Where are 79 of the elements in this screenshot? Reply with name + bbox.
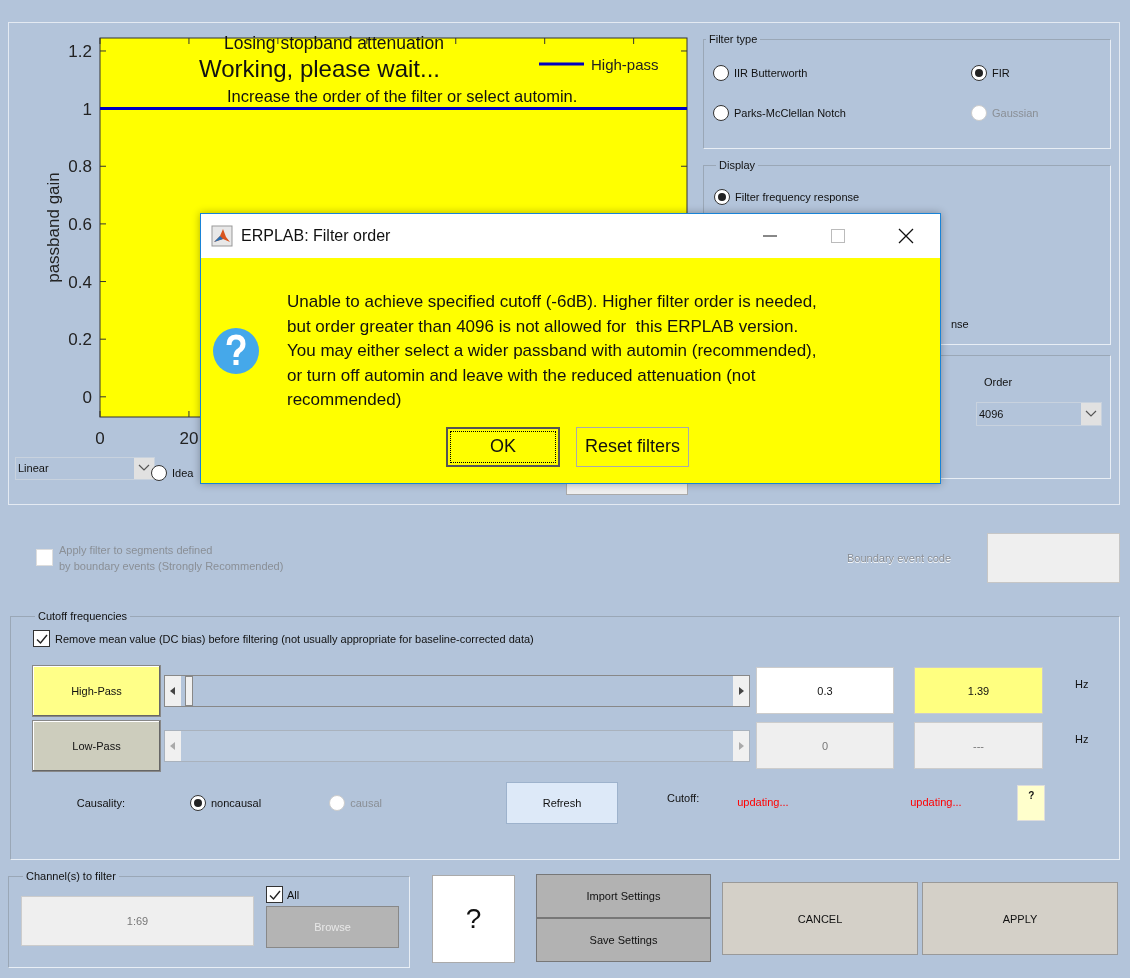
radio-button[interactable]	[713, 105, 729, 121]
refresh-button[interactable]: Refresh	[506, 782, 618, 824]
tick-label: 1	[82, 99, 92, 119]
status-text: updating...	[737, 795, 790, 808]
checkbox[interactable]	[33, 630, 50, 647]
chevron-down-icon	[1085, 410, 1097, 418]
field-label: Boundary event code	[847, 551, 951, 564]
checkbox-label: Remove mean value (DC bias) before filtering (not usually appropriate for baseline-corrected data)	[55, 632, 534, 645]
ok-button[interactable]: OK	[446, 426, 560, 467]
radio-button[interactable]	[971, 65, 987, 81]
axis-label: passband gain	[44, 172, 63, 283]
tick-label: 20	[179, 429, 199, 448]
maximize-icon	[830, 228, 846, 244]
app-logo-icon	[211, 225, 233, 247]
unit-label: Hz	[1075, 677, 1089, 690]
radio-label: noncausal	[211, 797, 262, 809]
status-text: updating...	[910, 795, 963, 808]
radio-button[interactable]	[151, 465, 167, 481]
radio-label: causal	[350, 797, 382, 809]
radio-button[interactable]	[713, 65, 729, 81]
group-title: Display	[718, 159, 757, 171]
order-label: Order	[984, 376, 1014, 388]
dropdown[interactable]: 4096	[976, 402, 1102, 426]
left-arrow-icon	[170, 741, 176, 750]
right-arrow-icon	[738, 741, 744, 750]
tick-label: 0.2	[68, 330, 92, 350]
band-button[interactable]: High-Pass	[32, 664, 161, 717]
checkbox[interactable]	[266, 886, 283, 903]
warning-text: Losing stopband attenuation	[224, 33, 444, 53]
legend-label: High-pass	[591, 56, 659, 73]
option-label: nse	[951, 318, 969, 330]
right-arrow-icon	[738, 686, 744, 695]
group-title: Cutoff frequencies	[37, 610, 129, 622]
status-text: Working, please wait...	[199, 55, 440, 82]
import-button[interactable]: Import Settings	[536, 874, 711, 918]
checkbox-label: All	[287, 888, 300, 901]
help-button[interactable]: ?	[432, 875, 515, 963]
group-title: Filter type	[708, 33, 759, 45]
radio-label: IIR Butterworth	[734, 67, 808, 79]
slider-thumb[interactable]	[185, 675, 194, 706]
radio-label: FIR	[992, 67, 1010, 79]
tick-label: 1.2	[68, 41, 92, 61]
radio-label: Filter frequency response	[735, 191, 860, 203]
window-title: ERPLAB: Filter order	[241, 227, 391, 245]
radio-label: Gaussian	[992, 107, 1039, 119]
unit-label: Hz	[1075, 732, 1089, 745]
field-label: Causality:	[75, 797, 125, 809]
tick-label: 0.8	[68, 157, 92, 177]
tick-label: 0.4	[68, 272, 92, 292]
group-title: Channel(s) to filter	[25, 870, 117, 882]
radio-button[interactable]	[190, 795, 206, 811]
tick-label: 0	[95, 429, 105, 448]
input-field[interactable]: 0.3	[756, 667, 894, 714]
apply-button[interactable]: APPLY	[922, 882, 1118, 955]
tick-label: 0.6	[68, 214, 92, 234]
left-arrow-icon	[170, 686, 176, 695]
radio-label: Parks-McClellan Notch	[734, 107, 846, 119]
dropdown[interactable]: Linear	[15, 456, 155, 480]
question-icon	[212, 327, 260, 376]
input-field[interactable]: 1:69	[21, 896, 254, 946]
radio-button[interactable]	[714, 189, 730, 205]
cancel-button[interactable]: CANCEL	[722, 882, 918, 955]
help-button[interactable]: ?	[1017, 785, 1046, 821]
tick-label: 0	[82, 387, 92, 407]
save-button[interactable]: Save Settings	[536, 918, 711, 962]
minimize-icon	[762, 235, 778, 237]
field-label: Cutoff:	[667, 792, 700, 804]
input-field[interactable]	[987, 532, 1120, 583]
result-field: 1.39	[914, 667, 1043, 714]
message-text: Unable to achieve specified cutoff (-6dB). Higher filter order is needed, but order greater than 4096 is not allowed for this ERPLAB version. You may either select a wider passband with automin (recommended), or turn off automin and leave with the reduced attenuation (not recommended)	[287, 291, 817, 411]
chevron-down-icon	[138, 464, 150, 472]
legend-line	[539, 62, 584, 66]
radio-label: Idea	[172, 467, 194, 479]
warning-text: Increase the order of the filter or select automin.	[227, 87, 578, 105]
reset-button[interactable]: Reset filters	[576, 426, 690, 467]
close-icon	[898, 228, 914, 244]
result-field: ---	[914, 722, 1043, 769]
slider[interactable]	[164, 674, 750, 707]
checkbox-label: Apply filter to segments defined by boundary events (Strongly Recommended)	[59, 542, 284, 574]
